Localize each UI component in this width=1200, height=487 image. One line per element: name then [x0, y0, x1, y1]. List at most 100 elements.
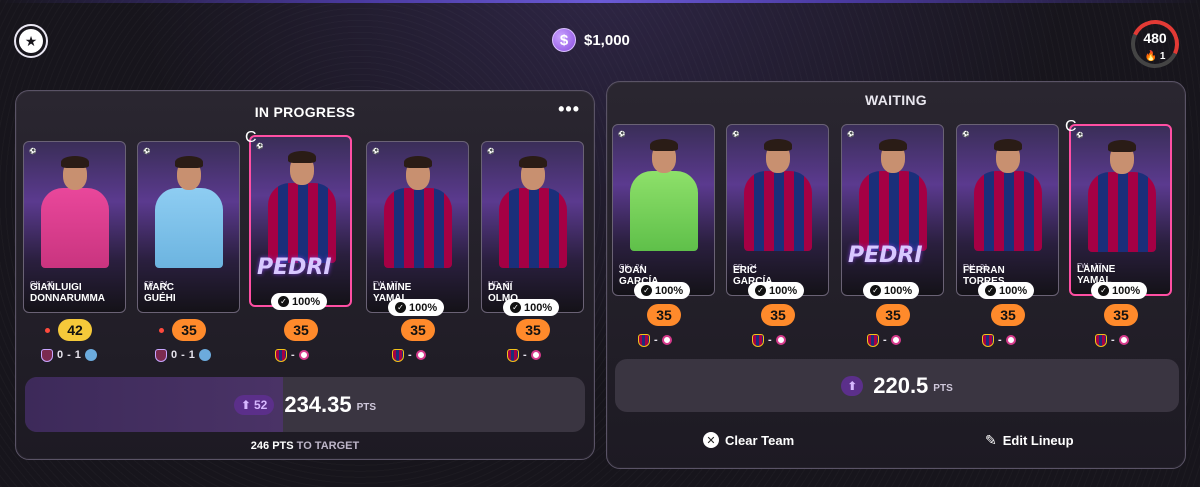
league-logo: ⚽ [732, 132, 740, 138]
target-unit: PTS [272, 440, 294, 452]
match-info: - [275, 347, 309, 363]
percent-value: 100% [769, 284, 798, 297]
player-kit [155, 188, 223, 268]
match-info: 0-1 [155, 347, 211, 363]
away-score: 1 [188, 349, 195, 361]
player-hair [519, 156, 547, 168]
team-crest [982, 333, 994, 347]
player-hair [288, 151, 316, 163]
percent-pill: ✓ 100% [503, 299, 560, 316]
league-logo: ⚽ [143, 149, 151, 155]
dollar-coin-icon: $ [552, 28, 576, 52]
opponent-indicator [890, 335, 901, 345]
player-first-name: DANI [488, 282, 513, 293]
league-logo: ⚽ [29, 149, 37, 155]
player-hair [879, 139, 907, 151]
points-unit: PTS [933, 383, 953, 394]
check-icon: ✓ [278, 296, 289, 307]
player-card[interactable]: ⚽ PEDRI [841, 124, 944, 296]
player-photo [494, 156, 572, 268]
percent-pill: ✓ 100% [863, 282, 920, 299]
panel-title: WAITING [865, 92, 927, 108]
level-value: 480 [1143, 30, 1167, 46]
player-card[interactable]: ⚽ MD · 27 DANI OLMO [481, 141, 584, 313]
player-kit [384, 188, 452, 268]
player-hair [404, 156, 432, 168]
player-card[interactable]: ⚽ FW · 17 LAMINE YAMAL [1069, 124, 1172, 296]
live-indicator-dot [45, 328, 50, 333]
player-hair [994, 139, 1022, 151]
more-options-button[interactable]: ••• [558, 99, 580, 120]
player-card[interactable]: ⚽ CB · 24 MARC GUÉHI [137, 141, 240, 313]
team-crest [392, 348, 404, 362]
player-score: 35 [991, 304, 1025, 326]
percent-pill: ✓ 100% [978, 282, 1035, 299]
score-separator: - [67, 349, 71, 361]
match-info: - [507, 347, 541, 363]
level-gauge[interactable]: 480 🔥 1 [1124, 13, 1186, 75]
opponent-indicator [1118, 335, 1129, 345]
player-photo [263, 151, 341, 263]
waiting-panel: WAITING ⚽GK · 24JOANGARCÍA✓100%35-⚽CB · … [606, 81, 1186, 469]
captain-badge: C [1065, 118, 1077, 135]
player-score: 42 [58, 319, 92, 341]
percent-value: 100% [884, 284, 913, 297]
opponent-indicator [415, 350, 426, 360]
player-photo [969, 139, 1047, 251]
match-info: - [867, 332, 901, 348]
player-score: 35 [516, 319, 550, 341]
check-icon: ✓ [395, 302, 406, 313]
edit-lineup-button[interactable]: ✎ Edit Lineup [985, 432, 1074, 449]
match-dash: - [998, 334, 1002, 346]
stylized-name: PEDRI [848, 243, 923, 268]
player-card[interactable]: ⚽CB · 24ERICGARCÍA [726, 124, 829, 296]
player-score: 35 [1104, 304, 1138, 326]
percent-value: 100% [524, 301, 553, 314]
clear-team-button[interactable]: ✕ Clear Team [703, 432, 794, 448]
player-last-name: DONNARUMMA [30, 293, 105, 304]
player-photo [739, 139, 817, 251]
live-indicator-dot [159, 328, 164, 333]
stylized-name: PEDRI [257, 255, 332, 280]
player-card[interactable]: ⚽ FW · 17 LAMINE YAMAL [366, 141, 469, 313]
home-score: 0 [57, 349, 64, 361]
x-circle-icon: ✕ [703, 432, 719, 448]
points-total: 220.5 [873, 372, 929, 398]
player-photo [854, 139, 932, 251]
player-card[interactable]: ⚽GK · 24JOANGARCÍA [612, 124, 715, 296]
player-photo [36, 156, 114, 268]
league-logo: ⚽ [618, 132, 626, 138]
league-logo: ⚽ [962, 132, 970, 138]
player-card[interactable]: ⚽ GK · 26 GIANLUIGI DONNARUMMA [23, 141, 126, 313]
player-kit [41, 188, 109, 268]
player-score: 35 [647, 304, 681, 326]
player-score: 35 [284, 319, 318, 341]
star-badge-icon: ★ [19, 29, 43, 53]
check-icon: ✓ [870, 285, 881, 296]
balance-amount: $1,000 [584, 31, 630, 49]
league-logo: ⚽ [256, 144, 264, 150]
away-score: 1 [74, 349, 81, 361]
match-dash: - [654, 334, 658, 346]
arrow-up-icon: ⬆ [841, 375, 864, 396]
player-card[interactable]: ⚽FW · 21FERRANTORRES [956, 124, 1059, 296]
target-label: TO TARGET [296, 440, 360, 452]
team-crest [275, 348, 287, 362]
points-bar: ⬆ 52 234.35 PTS [25, 377, 585, 432]
player-kit [268, 183, 336, 263]
match-dash: - [883, 334, 887, 346]
team-crest [638, 333, 650, 347]
player-score: 35 [401, 319, 435, 341]
percent-value: 100% [1112, 284, 1141, 297]
profile-badge-button[interactable]: ★ [14, 24, 48, 58]
percent-pill: ✓ 100% [748, 282, 805, 299]
player-first-name: GIANLUIGI [30, 282, 82, 293]
percent-value: 100% [409, 301, 438, 314]
team-crest [84, 349, 97, 361]
player-name: GIANLUIGI DONNARUMMA [30, 282, 122, 304]
captain-badge: C [245, 129, 257, 146]
team-crest [752, 333, 764, 347]
league-logo: ⚽ [372, 149, 380, 155]
player-card[interactable]: ⚽ PEDRI [249, 135, 352, 307]
player-hair [650, 139, 678, 151]
